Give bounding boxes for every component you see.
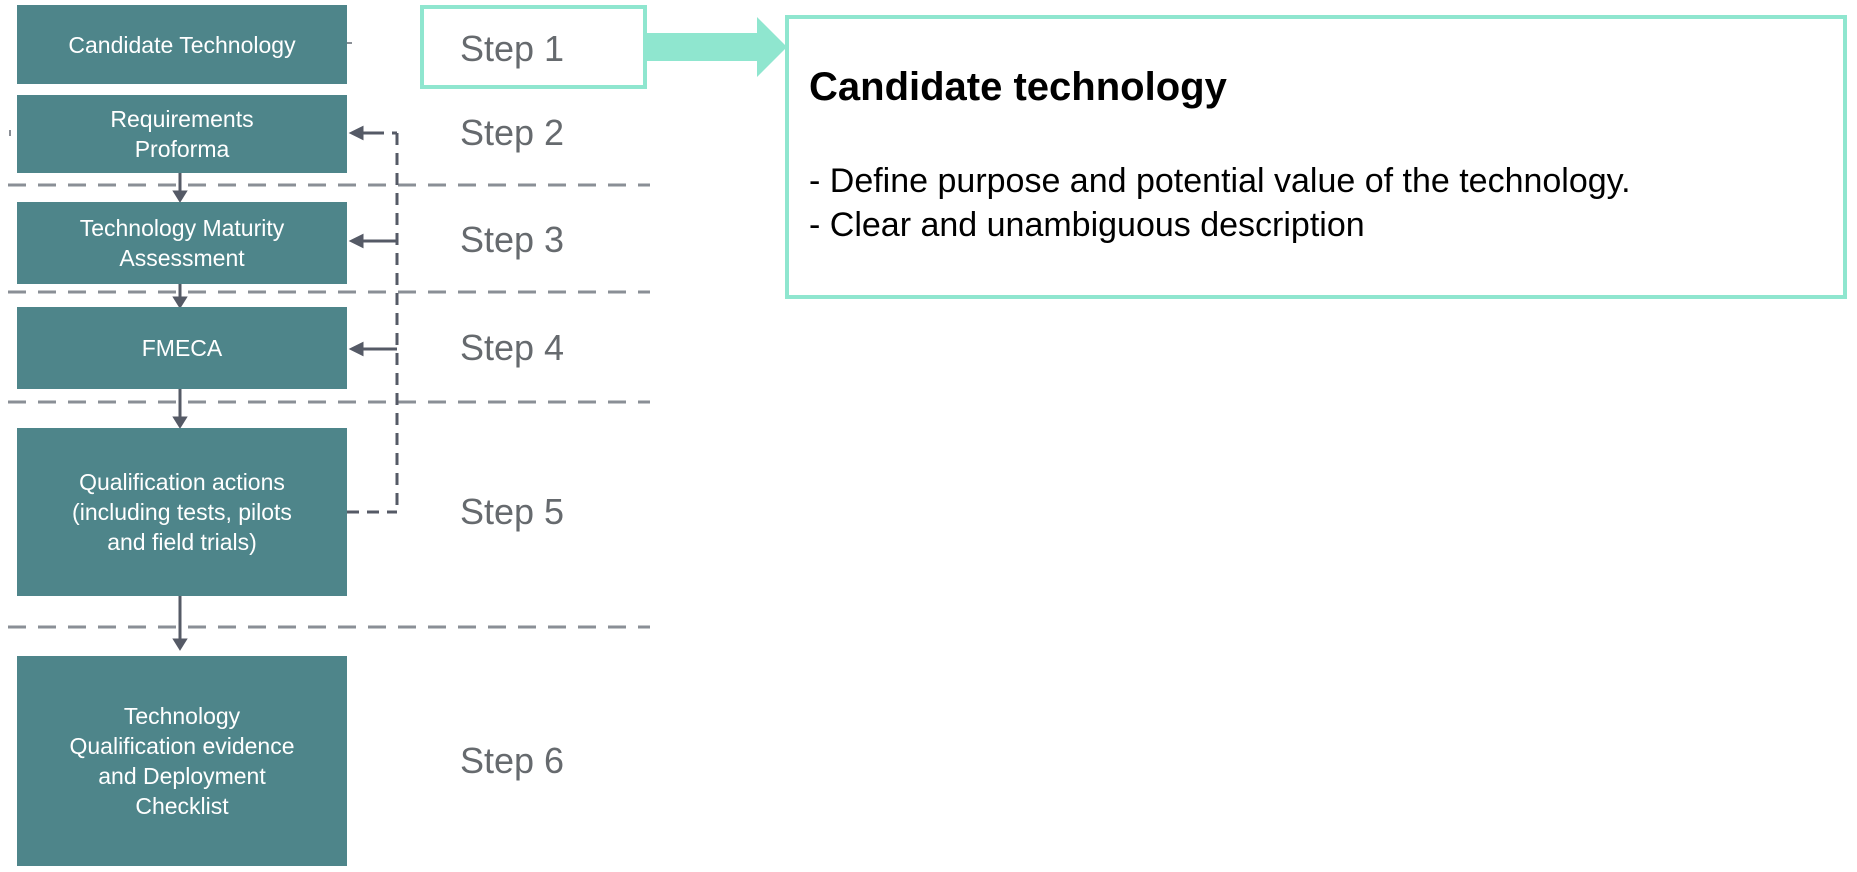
box-qualification-evidence[interactable]: Technology Qualification evidence and De… <box>17 656 347 866</box>
feedback-arrow <box>348 233 364 249</box>
step-1-label[interactable]: Step 1 <box>460 21 610 77</box>
down-arrow <box>172 296 188 309</box>
down-arrow <box>172 416 188 429</box>
feedback-arrow <box>348 341 364 357</box>
box-qualification-actions[interactable]: Qualification actions (including tests, … <box>17 428 347 596</box>
step-3-label[interactable]: Step 3 <box>460 212 610 268</box>
callout-bullet-list: - Define purpose and potential value of … <box>809 159 1843 247</box>
highlight-arrow <box>647 17 787 77</box>
callout-panel: Candidate technology - Define purpose an… <box>785 15 1847 299</box>
down-arrow <box>172 638 188 651</box>
box-candidate-technology[interactable]: Candidate Technology <box>17 5 347 84</box>
step-4-label[interactable]: Step 4 <box>460 320 610 376</box>
callout-bullet: - Define purpose and potential value of … <box>809 162 1631 200</box>
box-fmeca[interactable]: FMECA <box>17 307 347 389</box>
step-6-label[interactable]: Step 6 <box>460 733 610 789</box>
box-requirements-proforma[interactable]: Requirements Proforma <box>17 95 347 173</box>
callout-title: Candidate technology <box>809 65 1227 109</box>
box-technology-maturity-assessment[interactable]: Technology Maturity Assessment <box>17 202 347 284</box>
feedback-arrow <box>348 125 364 141</box>
down-arrow <box>172 190 188 203</box>
step-5-label[interactable]: Step 5 <box>460 484 610 540</box>
step-2-label[interactable]: Step 2 <box>460 105 610 161</box>
callout-bullet: - Clear and unambiguous description <box>809 206 1365 244</box>
